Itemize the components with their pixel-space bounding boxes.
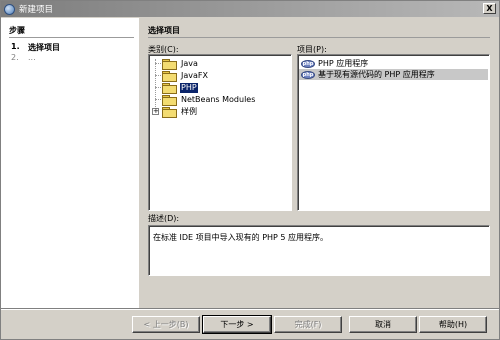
tree-item-label: Java — [181, 58, 198, 68]
description-box: 在标准 IDE 项目中导入现有的 PHP 5 应用程序。 — [148, 225, 490, 276]
tree-item-php[interactable]: PHP — [162, 82, 198, 94]
next-button[interactable]: 下一步 > — [202, 315, 272, 334]
tree-connector — [155, 63, 161, 64]
folder-icon — [162, 71, 177, 82]
step-number: 2. — [11, 53, 19, 62]
step-label: 选择项目 — [28, 43, 60, 52]
title-divider — [148, 37, 490, 38]
list-item-label: 基于现有源代码的 PHP 应用程序 — [318, 70, 435, 79]
steps-heading: 步骤 — [9, 26, 25, 35]
tree-item-label: NetBeans Modules — [181, 94, 256, 104]
tree-item-label: PHP — [180, 82, 198, 93]
folder-icon — [162, 83, 177, 94]
help-button[interactable]: 帮助(H) — [419, 316, 487, 333]
window-title: 新建项目 — [19, 5, 54, 15]
page-title: 选择项目 — [148, 26, 180, 35]
folder-icon — [162, 59, 177, 70]
php-icon: php — [301, 59, 315, 68]
tree-item-samples[interactable]: 样例 — [162, 106, 198, 118]
back-button[interactable]: < 上一步(B) — [132, 316, 200, 333]
folder-icon — [162, 107, 177, 118]
netbeans-icon — [4, 3, 15, 15]
step-number: 1. — [11, 42, 20, 51]
tree-item-java[interactable]: Java — [162, 58, 199, 70]
tree-connector — [155, 99, 161, 100]
cancel-button[interactable]: 取消 — [349, 316, 417, 333]
step-item-2: 2. ... — [11, 53, 36, 62]
button-bar-divider-highlight — [1, 309, 499, 310]
tree-item-netbeans-modules[interactable]: NetBeans Modules — [162, 94, 256, 106]
categories-tree[interactable]: Java JavaFX PHP NetBeans Modules + 样例 — [148, 54, 292, 211]
folder-icon — [162, 95, 177, 106]
step-label: ... — [28, 53, 36, 62]
new-project-dialog: 新建项目 X 步骤 1. 选择项目 2. ... 选择项目 类别(C): 项目(… — [0, 0, 500, 340]
tree-connector — [155, 75, 161, 76]
projects-list[interactable]: php PHP 应用程序 php 基于现有源代码的 PHP 应用程序 — [297, 54, 490, 211]
close-button[interactable]: X — [483, 3, 496, 14]
php-icon: php — [301, 70, 315, 79]
description-label: 描述(D): — [148, 214, 180, 223]
step-item-1: 1. 选择项目 — [11, 42, 60, 53]
steps-divider — [9, 37, 134, 38]
tree-item-label: 样例 — [181, 106, 197, 116]
expand-icon[interactable]: + — [152, 108, 159, 115]
list-item-php-existing-sources[interactable]: php 基于现有源代码的 PHP 应用程序 — [299, 69, 488, 80]
tree-connector — [155, 87, 161, 88]
tree-item-label: JavaFX — [181, 70, 208, 80]
list-item-label: PHP 应用程序 — [318, 59, 369, 68]
tree-connector — [155, 59, 156, 109]
title-bar[interactable]: 新建项目 X — [1, 1, 499, 17]
steps-panel: 步骤 1. 选择项目 2. ... — [1, 18, 139, 308]
list-item-php-application[interactable]: php PHP 应用程序 — [299, 58, 488, 69]
tree-item-javafx[interactable]: JavaFX — [162, 70, 209, 82]
description-text: 在标准 IDE 项目中导入现有的 PHP 5 应用程序。 — [153, 233, 329, 242]
finish-button[interactable]: 完成(F) — [274, 316, 342, 333]
